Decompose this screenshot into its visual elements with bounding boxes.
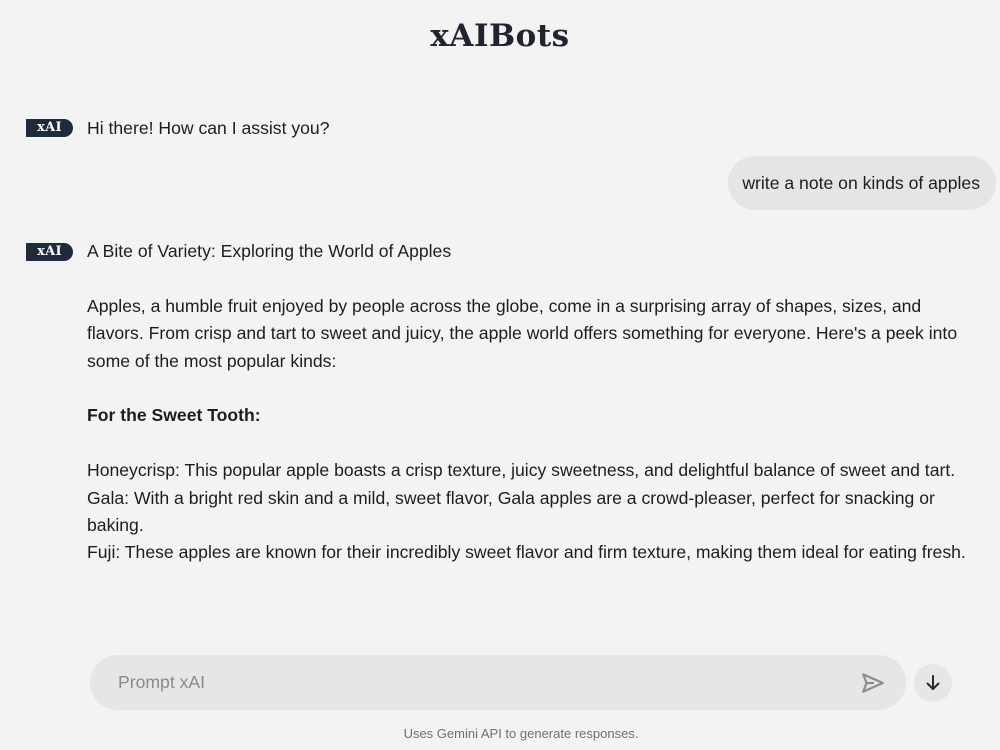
bot-avatar-badge: xAI: [26, 119, 73, 137]
user-message-bubble: write a note on kinds of apples: [728, 156, 996, 210]
footer-note: Uses Gemini API to generate responses.: [403, 726, 639, 741]
send-button[interactable]: [860, 670, 886, 696]
bot-greeting-message: Hi there! How can I assist you?: [87, 118, 330, 138]
scroll-down-button[interactable]: [914, 664, 952, 702]
app-title: xAIBots: [430, 18, 570, 54]
response-section-heading: For the Sweet Tooth:: [87, 405, 261, 426]
bot-response-message: A Bite of Variety: Exploring the World o…: [87, 238, 967, 567]
response-list-item: Honeycrisp: This popular apple boasts a …: [87, 460, 956, 481]
bot-avatar-badge: xAI: [26, 243, 73, 261]
prompt-bar: [90, 655, 906, 710]
prompt-input[interactable]: [118, 655, 838, 710]
response-intro: Apples, a humble fruit enjoyed by people…: [87, 295, 958, 371]
chat-app: xAIBots xAI Hi there! How can I assist y…: [0, 0, 1000, 750]
arrow-down-icon: [926, 675, 940, 690]
response-list-item: Gala: With a bright red skin and a mild,…: [87, 487, 935, 536]
response-list-item: Fuji: These apples are known for their i…: [87, 542, 966, 563]
send-icon: [862, 673, 884, 693]
response-title: A Bite of Variety: Exploring the World o…: [87, 241, 452, 261]
